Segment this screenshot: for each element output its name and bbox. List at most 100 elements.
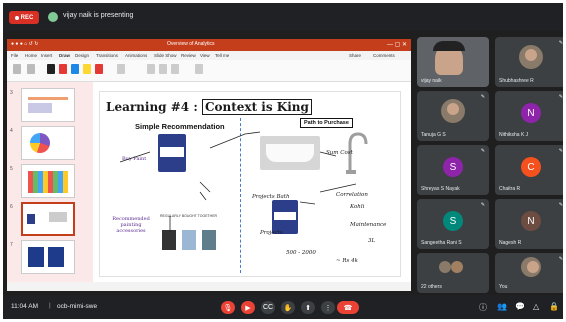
recording-badge: REC (9, 11, 39, 24)
participant-name: Sangeetha Rani S (421, 240, 462, 246)
ink-rs: ~ Rs 4k (336, 258, 358, 264)
ink-projects: Projects (260, 230, 283, 236)
participant-avatar (519, 45, 543, 69)
window-controls[interactable]: — ▢ ✕ (387, 41, 407, 48)
tab-insert[interactable]: Insert (41, 53, 52, 58)
ppt-ribbon-tabs: File Home Insert Draw Design Transitions… (7, 51, 411, 60)
slide-thumbnail[interactable] (21, 240, 75, 274)
participant-avatar: S (443, 211, 463, 231)
pin-icon[interactable]: ✎ (559, 40, 563, 46)
pen-red-icon[interactable] (59, 64, 67, 74)
participant-name: Nagesh R (499, 240, 522, 246)
pin-icon[interactable]: ✎ (481, 94, 485, 100)
captions-button[interactable]: CC (261, 301, 275, 314)
tab-tell-me[interactable]: Tell me (215, 53, 229, 58)
mic-off-button[interactable]: 🎙 (221, 301, 235, 314)
thumb-number: 3 (10, 90, 13, 96)
pin-icon[interactable]: ✎ (559, 202, 563, 208)
participant-tile[interactable]: N ✎ Nagesh R (495, 199, 563, 249)
slide-thumbnail[interactable] (21, 164, 75, 198)
participant-name: Shreyas S Nayak (421, 186, 460, 192)
participant-avatar: N (521, 103, 541, 123)
tab-design[interactable]: Design (75, 53, 89, 58)
host-controls-icon[interactable]: 🔒 (549, 302, 559, 311)
tab-view[interactable]: View (200, 53, 210, 58)
participant-tile[interactable]: N ✎ Nithiksha K J (495, 91, 563, 141)
thumb-number: 5 (10, 166, 13, 172)
ink-to-shape-icon[interactable] (147, 64, 155, 74)
pen-black-icon[interactable] (47, 64, 55, 74)
participant-name: You (499, 284, 508, 290)
others-count: 22 others (421, 284, 442, 290)
pin-icon[interactable]: ✎ (481, 202, 485, 208)
add-pen-icon[interactable] (117, 64, 125, 74)
pin-icon[interactable]: ✎ (559, 148, 563, 154)
ppt-title-bar: ● ● ● ⌂ ↺ ↻ Overview of Analytics — ▢ ✕ (7, 39, 411, 51)
eraser-icon[interactable] (27, 64, 35, 74)
participant-tile[interactable]: C ✎ Chaitra R (495, 145, 563, 195)
others-tile[interactable]: 22 others (417, 253, 489, 293)
ppt-window-title: Overview of Analytics (167, 41, 215, 47)
rec-label: REC (20, 14, 34, 21)
clock: 11:04 AM (11, 303, 38, 310)
ink-to-math-icon[interactable] (159, 64, 167, 74)
self-tile[interactable]: ✎ You (495, 253, 563, 293)
meet-controls-bar: 11:04 AM | ocb-mimi-swe 🎙 ▶ CC ✋ ⬆ ⋮ ☎ ⓘ… (3, 295, 563, 319)
quick-access-toolbar[interactable]: ● ● ● ⌂ ↺ ↻ (11, 41, 38, 47)
ink-replay-icon[interactable] (171, 64, 179, 74)
top-bar: REC vijay naik is presenting (3, 3, 563, 31)
ink-sum-cost: Sum Cost (326, 150, 353, 156)
ink-annotations (119, 131, 357, 232)
participant-tile[interactable]: ✎ Tanuja G S (417, 91, 489, 141)
tab-review[interactable]: Review (181, 53, 196, 58)
separator: | (49, 302, 51, 309)
screen-share: ● ● ● ⌂ ↺ ↻ Overview of Analytics — ▢ ✕ … (7, 39, 411, 291)
slide-thumbnail[interactable] (21, 126, 75, 160)
tab-draw[interactable]: Draw (59, 53, 70, 58)
people-icon[interactable]: 👥 (497, 302, 507, 311)
chat-icon[interactable]: 💬 (515, 302, 525, 311)
participant-name: Chaitra R (499, 186, 521, 192)
leave-call-button[interactable]: ☎ (337, 301, 359, 314)
presenting-text: vijay naik is presenting (63, 12, 134, 19)
participant-tile[interactable]: vijay naik (417, 37, 489, 87)
slide-thumbnail-selected[interactable] (21, 202, 75, 236)
ppt-ribbon (7, 60, 411, 82)
participant-name: Tanuja G S (421, 132, 446, 138)
tab-home[interactable]: Home (25, 53, 37, 58)
thumb-number: 4 (10, 128, 13, 134)
pin-icon[interactable]: ✎ (481, 148, 485, 154)
ink-kohli: Kohli (350, 204, 365, 210)
camera-off-button[interactable]: ▶ (241, 301, 255, 314)
participant-tile[interactable]: S ✎ Shreyas S Nayak (417, 145, 489, 195)
info-icon[interactable]: ⓘ (479, 302, 487, 313)
pen-red2-icon[interactable] (95, 64, 103, 74)
present-button[interactable]: ⬆ (301, 301, 315, 314)
meeting-code: ocb-mimi-swe (57, 303, 98, 310)
tab-animations[interactable]: Animations (125, 53, 147, 58)
share-button[interactable]: Share (349, 53, 361, 58)
pin-icon[interactable]: ✎ (559, 94, 563, 100)
raise-hand-button[interactable]: ✋ (281, 301, 295, 314)
comments-button[interactable]: Comments (373, 53, 395, 58)
tab-slide-show[interactable]: Slide Show (154, 53, 177, 58)
slide-thumbnail[interactable] (21, 88, 75, 122)
ink-price-range: 500 - 2000 (286, 250, 316, 256)
thumb-number: 6 (10, 204, 13, 210)
ruler-icon[interactable] (195, 64, 203, 74)
rec-dot-icon (14, 15, 19, 20)
ink-projects-bath: Projects Bath (252, 194, 290, 200)
participant-tile[interactable]: S ✎ Sangeetha Rani S (417, 199, 489, 249)
participant-tile[interactable]: ✎ Shubhashree R (495, 37, 563, 87)
activities-icon[interactable]: △ (533, 302, 539, 311)
participant-avatar (441, 99, 465, 123)
thumb-number: 7 (10, 242, 13, 248)
more-options-button[interactable]: ⋮ (321, 301, 335, 314)
tab-file[interactable]: File (11, 53, 18, 58)
pin-icon[interactable]: ✎ (559, 256, 563, 262)
highlighter-icon[interactable] (83, 64, 91, 74)
select-tool-icon[interactable] (13, 64, 21, 74)
pen-blue-icon[interactable] (71, 64, 79, 74)
tab-transitions[interactable]: Transitions (96, 53, 118, 58)
participant-name: Nithiksha K J (499, 132, 529, 138)
